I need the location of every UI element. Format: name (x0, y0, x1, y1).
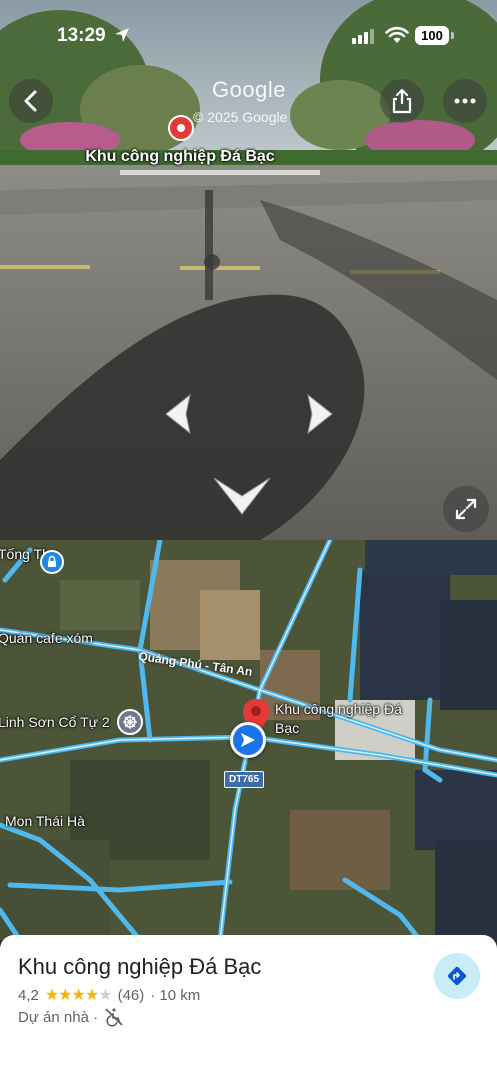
lock-icon (48, 555, 56, 567)
category-row: Dự án nhà · (18, 1007, 124, 1027)
more-horizontal-icon (454, 98, 476, 104)
temple-poi-icon[interactable] (117, 709, 143, 735)
battery-indicator: 100 (415, 26, 449, 45)
status-bar: 13:29 100 (0, 0, 497, 60)
navigate-right-arrow-icon[interactable] (302, 393, 338, 435)
directions-icon (447, 966, 467, 986)
copyright-text: © 2025 Google (193, 109, 288, 125)
clock: 13:29 (57, 25, 106, 46)
directions-button[interactable] (434, 953, 480, 999)
cellular-signal-icon (352, 29, 374, 44)
category-text: Dự án nhà · (18, 1008, 99, 1026)
place-info-sheet[interactable]: Khu công nghiệp Đá Bạc 4,2 ★★★★★ (46) · … (0, 935, 497, 1080)
street-view-panorama[interactable]: 13:29 100 Google © 2025 Google Khu công … (0, 0, 497, 540)
no-wheelchair-icon (105, 1008, 123, 1027)
share-icon (392, 88, 412, 114)
more-options-button[interactable] (443, 79, 487, 123)
street-view-place-label[interactable]: Khu công nghiệp Đá Bạc (60, 146, 300, 168)
location-arrow-icon (115, 28, 129, 42)
route-shield: DT765 (224, 771, 265, 788)
back-button[interactable] (9, 79, 53, 123)
dharma-wheel-icon (123, 715, 137, 729)
place-title[interactable]: Khu công nghiệp Đá Bạc (18, 954, 261, 980)
distance-text: · 10 km (150, 986, 201, 1004)
star-rating-icon: ★★★★★ (44, 987, 113, 1004)
share-button[interactable] (380, 79, 424, 123)
map-label-place[interactable]: Khu công nghiệp Đá Bạc (275, 700, 425, 738)
navigate-left-arrow-icon[interactable] (160, 393, 196, 435)
map-view[interactable]: Tống Thơ Quán cafe xóm Quảng Phú - Tân A… (0, 540, 497, 940)
lock-poi-icon[interactable] (40, 550, 64, 574)
chevron-left-icon (24, 90, 37, 112)
navigate-back-arrow-icon[interactable] (212, 472, 272, 520)
map-label-cafe[interactable]: Quán cafe xóm (0, 630, 93, 646)
battery-tip (451, 32, 454, 39)
map-label-linh-son[interactable]: Linh Sơn Cổ Tự 2 (0, 714, 110, 730)
review-count: (46) (117, 986, 145, 1004)
wifi-icon (385, 26, 409, 43)
google-watermark: Google (212, 77, 286, 102)
expand-icon (455, 498, 477, 520)
rating-row[interactable]: 4,2 ★★★★★ (46) · 10 km (18, 985, 200, 1005)
street-view-position-marker[interactable] (230, 722, 266, 758)
expand-button[interactable] (443, 486, 489, 532)
map-label-mon-thai-ha[interactable]: Mon Thái Hà (5, 813, 85, 829)
rating-value: 4,2 (18, 986, 39, 1004)
navigation-arrow-icon (241, 733, 255, 747)
place-pin-icon[interactable] (168, 115, 194, 141)
